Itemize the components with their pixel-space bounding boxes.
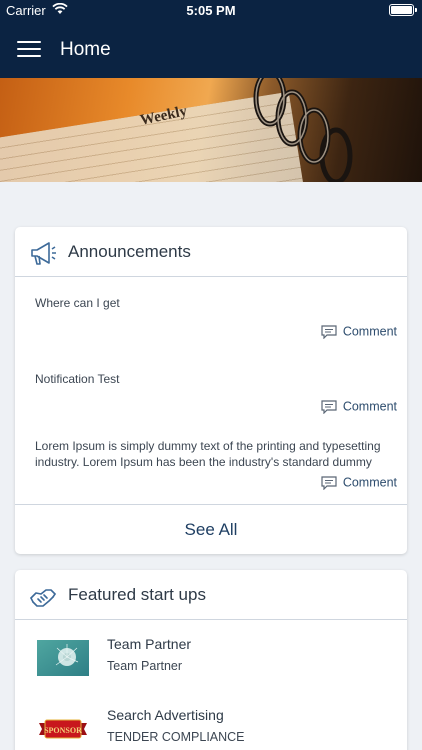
announcements-card: Announcements Where can I get Comment No…: [15, 227, 407, 554]
handshake-icon: [30, 589, 56, 607]
clock: 5:05 PM: [186, 3, 236, 18]
comment-icon: [321, 400, 337, 414]
announcements-header: Announcements: [15, 227, 407, 277]
comment-button[interactable]: Comment: [321, 475, 397, 490]
announcement-text: Lorem Ipsum is simply dummy text of the …: [35, 439, 381, 469]
comment-button[interactable]: Comment: [321, 324, 397, 339]
comment-icon: [321, 476, 337, 490]
startup-item[interactable]: Team Partner Team Partner: [15, 624, 407, 694]
hamburger-menu-icon[interactable]: [17, 41, 41, 59]
featured-startups-card: Featured start ups Team Partner Team Par…: [15, 570, 407, 750]
sponsor-badge-thumbnail: SPONSOR: [39, 719, 87, 739]
status-bar: Carrier 5:05 PM: [0, 0, 422, 22]
startup-name: Search Advertising: [107, 707, 224, 723]
comment-label: Comment: [342, 324, 397, 339]
comment-label: Comment: [342, 399, 397, 414]
featured-startups-heading: Featured start ups: [68, 585, 206, 604]
announcements-heading: Announcements: [68, 242, 191, 261]
announcement-text: Notification Test: [35, 372, 120, 386]
comment-icon: [321, 325, 337, 339]
announcement-text: Where can I get: [35, 296, 120, 310]
featured-startups-header: Featured start ups: [15, 570, 407, 620]
binder-rings-image: [253, 78, 353, 182]
hero-banner-image: Weekly: [0, 78, 422, 182]
page-title: Home: [60, 39, 111, 60]
startup-subtitle: TENDER COMPLIANCE: [107, 730, 245, 744]
startup-item[interactable]: SPONSOR Search Advertising TENDER COMPLI…: [15, 695, 407, 750]
startup-name: Team Partner: [107, 636, 192, 652]
startup-subtitle: Team Partner: [107, 659, 183, 673]
comment-label: Comment: [342, 475, 397, 490]
battery-icon: [389, 4, 417, 16]
nav-bar: Home: [0, 22, 422, 78]
sponsor-badge-text: SPONSOR: [44, 726, 82, 735]
megaphone-icon: [31, 242, 56, 265]
dandelion-thumbnail: [37, 640, 89, 676]
see-all-button[interactable]: See All: [15, 504, 407, 554]
comment-button[interactable]: Comment: [321, 399, 397, 414]
